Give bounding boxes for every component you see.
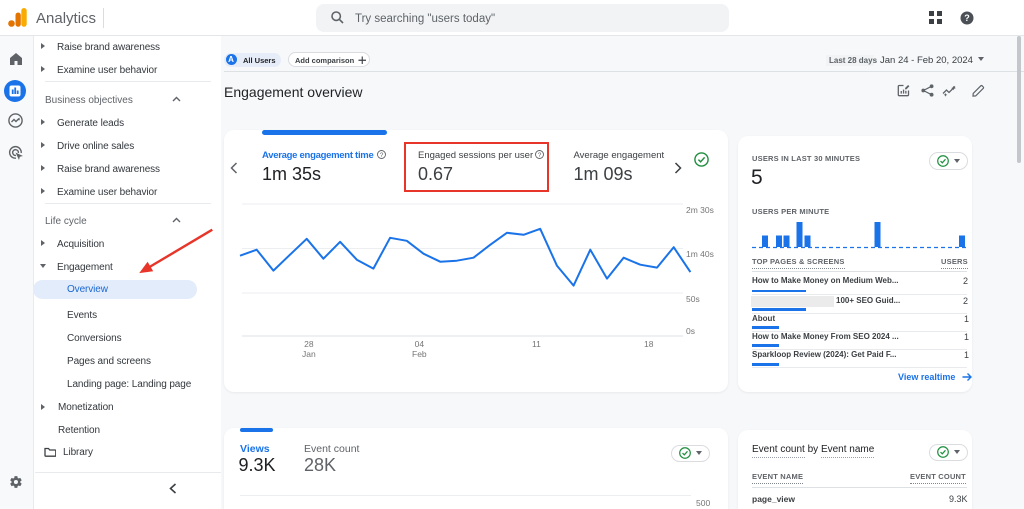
svg-text:?: ? — [380, 152, 384, 159]
svg-text:?: ? — [964, 13, 970, 23]
